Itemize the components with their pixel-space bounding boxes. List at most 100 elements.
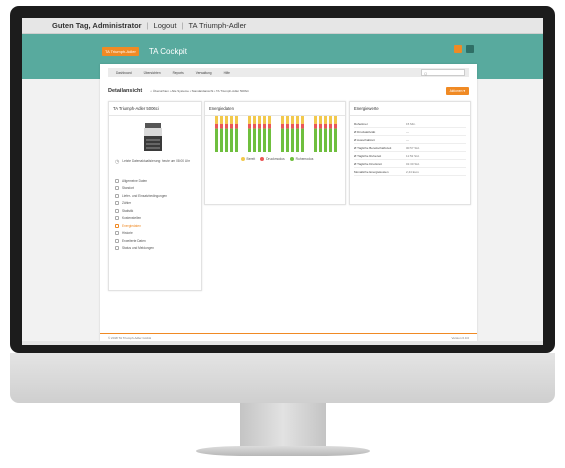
menu-item-location[interactable]: Standort bbox=[115, 185, 199, 193]
energy-bar-segment bbox=[296, 123, 299, 129]
counter-icon bbox=[115, 201, 119, 206]
row-value: 00:57 Std. bbox=[406, 145, 420, 150]
energy-bar-segment bbox=[248, 116, 251, 124]
device-menu: Allgemeine Daten Standort Liefer- und Ei… bbox=[115, 177, 199, 252]
menu-item-energy[interactable]: Energiedaten bbox=[115, 222, 199, 230]
row-value: --- bbox=[406, 129, 409, 134]
truck-icon bbox=[115, 193, 119, 198]
actions-button[interactable]: Aktionen ▾ bbox=[445, 87, 469, 95]
menu-label: Standort bbox=[122, 186, 135, 191]
legend-label: Ruhemodus bbox=[295, 157, 314, 161]
notification-icon[interactable] bbox=[454, 45, 462, 53]
menu-item-history[interactable]: Historie bbox=[115, 230, 199, 238]
energy-bar-segment bbox=[301, 123, 304, 129]
legend-item-sleep[interactable]: Ruhemodus bbox=[289, 157, 314, 161]
energy-bar-segment bbox=[220, 123, 223, 129]
breadcrumb-path[interactable]: Übersichten • Alle Systeme • Standardans… bbox=[153, 89, 249, 93]
legend-dot bbox=[260, 157, 265, 161]
energy-bar-segment bbox=[258, 123, 261, 129]
row-value: 15 Min. bbox=[406, 121, 416, 126]
energy-bar-segment bbox=[314, 123, 317, 129]
screen: Guten Tag, Administrator | Logout | TA T… bbox=[22, 18, 543, 345]
menu-item-general[interactable]: Allgemeine Daten bbox=[115, 177, 199, 185]
menu-label: Kostenstellen bbox=[122, 216, 142, 221]
nav-help[interactable]: Hilfe bbox=[224, 71, 230, 75]
energy-bar-segment bbox=[301, 116, 304, 124]
menu-label: Allgemeine Daten bbox=[122, 178, 148, 183]
legend-item-print[interactable]: Druckmodus bbox=[260, 157, 285, 161]
energy-values-title: Energiewerte bbox=[350, 102, 470, 116]
energy-bar-segment bbox=[230, 128, 233, 152]
company-name: TA Triumph-Adler bbox=[188, 21, 247, 30]
nav-overviews[interactable]: Übersichten bbox=[144, 71, 161, 75]
menu-label: Erweiterte Daten bbox=[122, 238, 146, 243]
energy-bar-segment bbox=[324, 123, 327, 129]
table-row: Ø Tägliche Ruhezeit 11:52 Std. bbox=[354, 152, 466, 160]
menu-item-counter[interactable]: Zähler bbox=[115, 200, 199, 208]
energy-bar-segment bbox=[253, 116, 256, 124]
nav-administration[interactable]: Verwaltung bbox=[196, 71, 212, 75]
legend-item-ready[interactable]: Bereit bbox=[240, 157, 255, 161]
row-value: 01:30 Std. bbox=[406, 161, 420, 166]
energy-bar-segment bbox=[281, 123, 284, 129]
row-value: 11:52 Std. bbox=[406, 153, 420, 158]
energy-chart bbox=[215, 116, 337, 152]
menu-item-extended[interactable]: Erweiterte Daten bbox=[115, 237, 199, 245]
menu-item-statistics[interactable]: Statistik bbox=[115, 207, 199, 215]
energy-bar-segment bbox=[253, 128, 256, 152]
energy-bar-segment bbox=[225, 116, 228, 124]
energy-bar-segment bbox=[235, 116, 238, 124]
nav-dashboard[interactable]: Dashboard bbox=[116, 71, 132, 75]
energy-bar-segment bbox=[230, 116, 233, 124]
menu-item-cost-centers[interactable]: Kostenstellen bbox=[115, 215, 199, 223]
energy-bar-segment bbox=[230, 123, 233, 129]
energy-bar-segment bbox=[296, 116, 299, 124]
menu-item-delivery[interactable]: Liefer- und Einsatzbedingungen bbox=[115, 192, 199, 200]
table-row: Monatliche Energiekosten 2,44 Euro bbox=[354, 168, 466, 176]
logout-link[interactable]: Logout bbox=[154, 21, 177, 30]
device-panel: TA Triumph-Adler 5006ci ◷ Letzte Datenak… bbox=[108, 101, 202, 291]
energy-panel: Energiedaten Bereit Druckmodus Ruhemodus bbox=[204, 101, 346, 205]
energy-bar-segment bbox=[329, 123, 332, 129]
energy-bar-segment bbox=[248, 123, 251, 129]
energy-bar-segment bbox=[314, 128, 317, 152]
energy-bar-segment bbox=[235, 123, 238, 129]
energy-icon bbox=[115, 223, 119, 228]
energy-bar-segment bbox=[281, 116, 284, 124]
energy-bar-segment bbox=[319, 116, 322, 124]
energy-bar-segment bbox=[324, 128, 327, 152]
row-label: Ruhetimer bbox=[354, 121, 368, 126]
screen-bottom bbox=[22, 341, 543, 345]
extended-data-icon bbox=[115, 238, 119, 243]
energy-values-table: Ruhetimer 15 Min. Ø Druckaktivität --- Ø A… bbox=[354, 120, 466, 176]
header-icons bbox=[454, 45, 474, 53]
menu-item-status[interactable]: Status und Meldungen bbox=[115, 245, 199, 253]
monitor-chin bbox=[10, 353, 555, 403]
energy-bar-segment bbox=[296, 128, 299, 152]
table-row: Ø Druckaktivität --- bbox=[354, 128, 466, 136]
energy-bar-segment bbox=[291, 128, 294, 152]
brand-logo[interactable]: TA Triumph-Adler bbox=[102, 46, 139, 56]
legend-dot bbox=[289, 157, 294, 161]
history-icon bbox=[115, 231, 119, 236]
energy-bar-segment bbox=[329, 128, 332, 152]
energy-bar-segment bbox=[263, 128, 266, 152]
energy-bar-segment bbox=[301, 128, 304, 152]
energy-bar-segment bbox=[334, 128, 337, 152]
nav-reports[interactable]: Reports bbox=[173, 71, 184, 75]
menu-label: Status und Meldungen bbox=[122, 246, 154, 251]
breadcrumb: ⌂ Übersichten • Alle Systeme • Standarda… bbox=[150, 89, 249, 93]
user-icon[interactable] bbox=[466, 45, 474, 53]
row-label: Monatliche Energiekosten bbox=[354, 169, 389, 174]
search-input[interactable]: Q bbox=[421, 69, 465, 76]
energy-bar-segment bbox=[319, 123, 322, 129]
energy-bar-segment bbox=[329, 116, 332, 124]
menu-label: Liefer- und Einsatzbedingungen bbox=[122, 193, 168, 198]
energy-bar-segment bbox=[281, 128, 284, 152]
monitor-stand bbox=[240, 403, 326, 447]
cost-center-icon bbox=[115, 216, 119, 221]
status-text: Letzte Datenaktualisierung: heute um 08:… bbox=[122, 159, 191, 163]
energy-bar-segment bbox=[215, 116, 218, 124]
energy-bar-segment bbox=[334, 116, 337, 124]
table-row: Ø Tägliche Bereitschaftszeit 00:57 Std. bbox=[354, 144, 466, 152]
